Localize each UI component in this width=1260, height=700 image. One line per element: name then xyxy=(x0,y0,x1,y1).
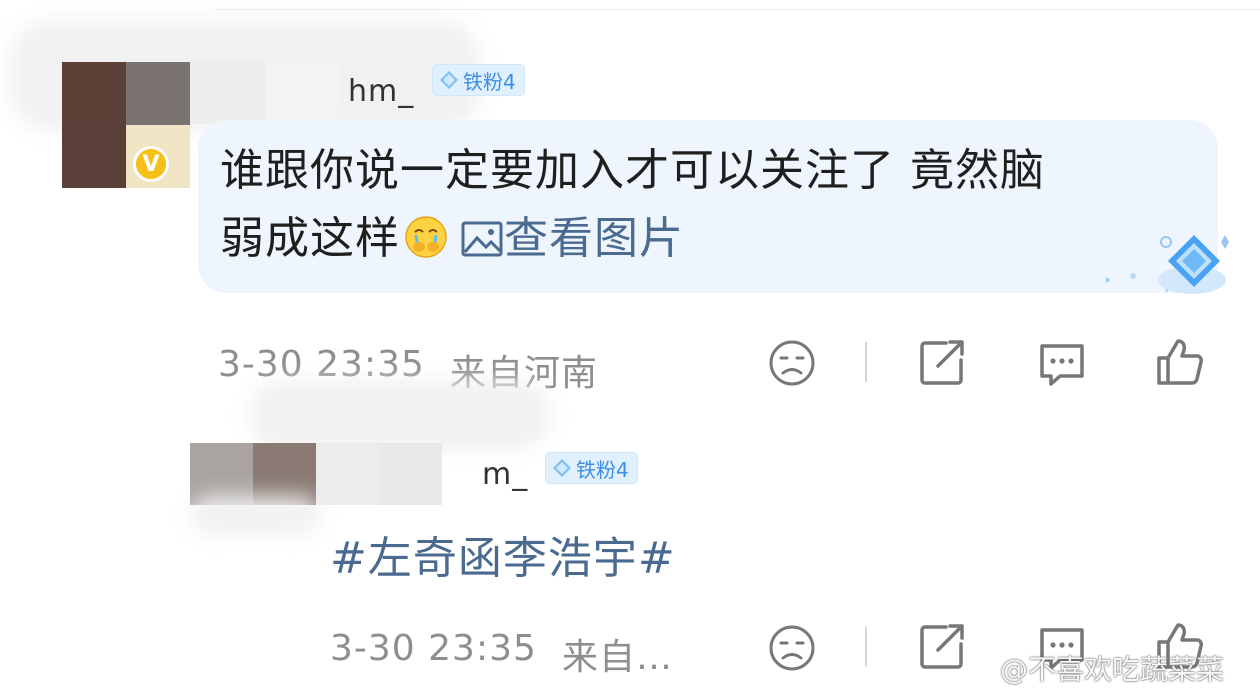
reply-location: 来自… xyxy=(562,637,674,678)
comment-icon[interactable] xyxy=(1036,338,1088,390)
diamond-fan-icon xyxy=(553,459,571,477)
like-thumb-icon[interactable] xyxy=(1154,336,1206,388)
image-icon xyxy=(461,221,503,257)
comment-line-2-text: 弱成这样 xyxy=(220,213,400,264)
blur-overlay xyxy=(250,380,550,450)
reply-time: 3-30 23:35 xyxy=(330,628,537,669)
reply-name-mosaic xyxy=(316,443,442,505)
topic-link[interactable]: #左奇函李浩宇# xyxy=(330,522,676,586)
comment-text: 谁跟你说一定要加入才可以关注了 竟然脑 弱成这样 查看图片 xyxy=(220,137,1210,273)
crying-covering-mouth-emoji-icon xyxy=(405,216,447,258)
share-icon[interactable] xyxy=(916,336,968,388)
dislike-face-icon[interactable] xyxy=(766,622,818,674)
dislike-face-icon[interactable] xyxy=(766,337,818,389)
view-image-link[interactable]: 查看图片 xyxy=(452,213,684,264)
reply-username-tail[interactable]: m_ xyxy=(482,457,528,492)
name-mosaic xyxy=(190,62,340,124)
reply-fan-level-badge[interactable]: 铁粉4 xyxy=(545,452,638,484)
action-divider xyxy=(865,627,867,667)
username-tail[interactable]: hm_ xyxy=(348,74,414,109)
blur-overlay xyxy=(190,495,320,535)
action-divider xyxy=(865,342,867,382)
watermark-text: @不喜欢吃蔬菜菜 xyxy=(1000,653,1225,686)
fan-level-badge[interactable]: 铁粉4 xyxy=(432,64,525,96)
fan-badge-label: 铁粉4 xyxy=(463,69,516,94)
view-image-label: 查看图片 xyxy=(504,213,684,264)
diamond-fan-icon xyxy=(440,71,458,89)
top-divider xyxy=(215,9,1260,10)
comment-line-2: 弱成这样 查看图片 xyxy=(220,205,1210,273)
fan-badge-label: 铁粉4 xyxy=(576,457,629,482)
comment-line-1: 谁跟你说一定要加入才可以关注了 竟然脑 xyxy=(220,145,1045,196)
verified-v-icon: V xyxy=(133,146,169,182)
weibo-watermark: @不喜欢吃蔬菜菜 xyxy=(960,648,1224,688)
weibo-logo xyxy=(960,656,993,682)
comment-time: 3-30 23:35 xyxy=(218,344,425,385)
avatar[interactable] xyxy=(62,62,190,188)
